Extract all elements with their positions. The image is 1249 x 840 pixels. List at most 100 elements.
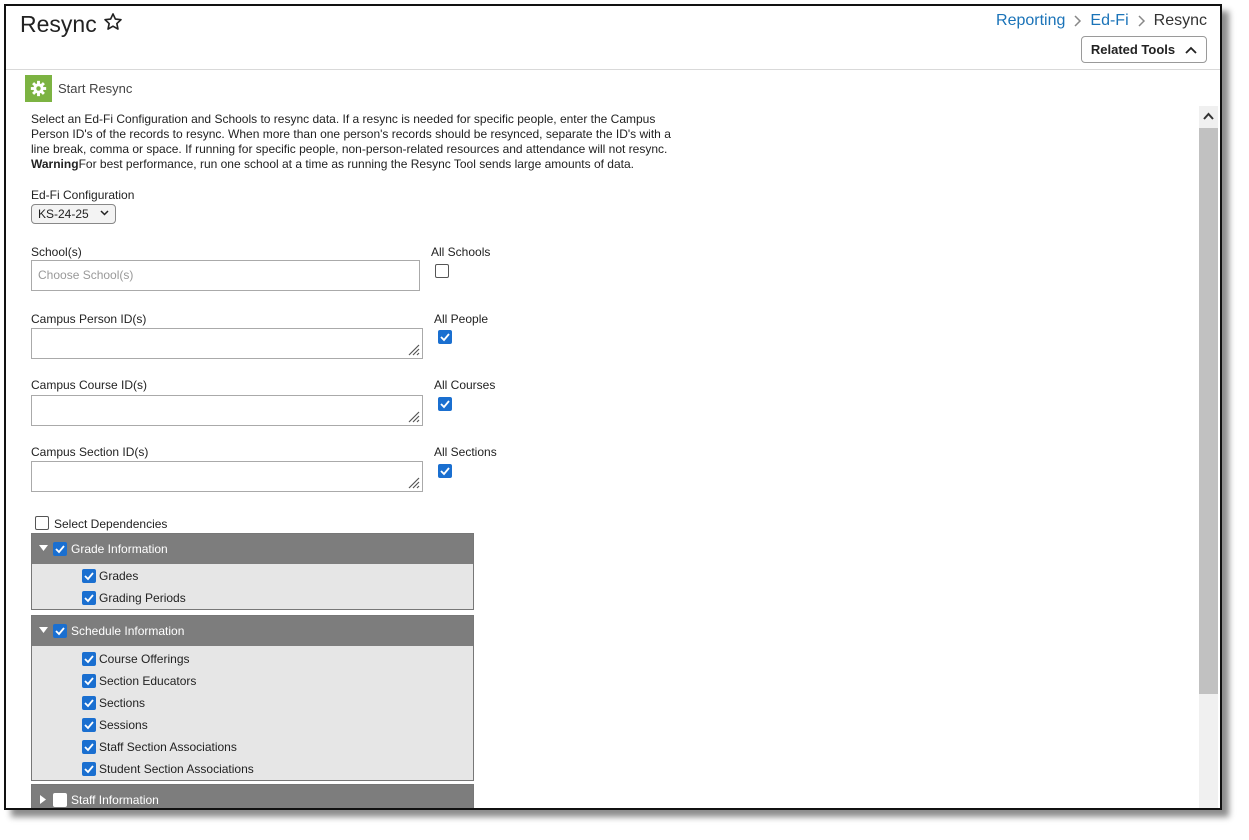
checkmark-icon [84,655,94,664]
group-checkbox[interactable] [53,624,67,638]
warning-line: WarningFor best performance, run one sch… [31,157,696,172]
page-title: Resync [20,11,97,37]
checkmark-icon [440,400,450,409]
checkmark-icon [84,677,94,686]
top-bar: Resync Reporting Ed-Fi Resync Related To… [6,6,1220,70]
group-header[interactable]: Schedule Information [32,616,473,646]
list-item[interactable]: Sections [32,692,473,714]
instructions-line: Select an Ed-Fi Configuration and School… [31,112,656,126]
warning-label: Warning [31,157,79,171]
section-ids-field[interactable] [31,461,423,492]
all-schools-checkbox[interactable] [435,264,449,278]
list-item[interactable]: Section Educators [32,670,473,692]
schools-input[interactable]: Choose School(s) [31,260,420,291]
chevron-up-icon [1185,46,1197,54]
item-checkbox[interactable] [82,674,96,688]
item-label: Sections [99,696,146,710]
list-item[interactable]: Student Section Associations [32,758,473,780]
scrollbar[interactable] [1199,106,1218,808]
scrollbar-thumb[interactable] [1199,128,1218,694]
breadcrumb-current: Resync [1153,12,1207,29]
group-header[interactable]: Grade Information [32,534,473,564]
app-window: Resync Reporting Ed-Fi Resync Related To… [4,4,1222,810]
resize-handle-icon[interactable] [406,409,420,423]
item-label: Section Educators [99,674,197,688]
list-item[interactable]: Grading Periods [32,587,473,609]
item-label: Grades [99,569,139,583]
related-tools-label: Related Tools [1090,42,1176,57]
all-courses-checkbox[interactable] [438,397,452,411]
group-checkbox[interactable] [53,793,67,807]
list-item[interactable]: Course Offerings [32,648,473,670]
checkmark-icon [84,765,94,774]
item-label: Staff Section Associations [99,740,237,754]
select-dependencies-checkbox[interactable] [35,516,49,530]
instructions-line: line break, comma or space. If running f… [31,142,668,156]
breadcrumb-edfi[interactable]: Ed-Fi [1090,12,1128,30]
item-label: Course Offerings [99,652,190,666]
course-label: Campus Course ID(s) [31,378,148,392]
checkmark-icon [55,627,65,636]
instructions-line: Person ID's of the records to resync. Wh… [31,127,671,141]
course-ids-field[interactable] [31,395,423,426]
item-checkbox[interactable] [82,569,96,583]
section-title: Start Resync [58,81,133,96]
breadcrumb-reporting[interactable]: Reporting [996,12,1065,30]
chevron-down-icon [100,210,109,216]
all-sections-label: All Sections [434,445,497,459]
resync-form: Select an Ed-Fi Configuration and School… [31,112,1191,808]
item-checkbox[interactable] [82,696,96,710]
config-value: KS-24-25 [38,207,89,221]
caret-down-icon[interactable] [39,545,48,551]
resize-handle-icon[interactable] [406,342,420,356]
all-people-label: All People [434,312,489,326]
group-label: Grade Information [71,542,168,556]
resize-handle-icon[interactable] [406,475,420,489]
warning-text: For best performance, run one school at … [78,157,634,171]
item-checkbox[interactable] [82,740,96,754]
chevron-right-icon [1074,15,1082,27]
scroll-up-arrow-icon[interactable] [1203,112,1214,120]
caret-down-icon[interactable] [39,627,48,633]
config-label: Ed-Fi Configuration [31,188,135,202]
list-item[interactable]: Staff Section Associations [32,736,473,758]
group-label: Staff Information [71,793,159,807]
checkmark-icon [440,333,450,342]
checkmark-icon [84,572,94,581]
group-staff-information: Staff Information [31,784,474,808]
list-item[interactable]: Grades [32,565,473,587]
all-schools-label: All Schools [431,245,491,259]
all-sections-checkbox[interactable] [438,464,452,478]
item-checkbox[interactable] [82,591,96,605]
item-label: Student Section Associations [99,762,254,776]
section-label: Campus Section ID(s) [31,445,149,459]
caret-right-icon[interactable] [40,795,46,804]
list-item[interactable]: Sessions [32,714,473,736]
item-checkbox[interactable] [82,652,96,666]
checkmark-icon [440,467,450,476]
gear-icon [25,75,52,102]
select-dependencies-label: Select Dependencies [54,517,168,531]
checkmark-icon [84,699,94,708]
checkmark-icon [84,594,94,603]
checkmark-icon [55,545,65,554]
group-checkbox[interactable] [53,542,67,556]
all-people-checkbox[interactable] [438,330,452,344]
group-grade-information: Grade Information Grades Grading Periods [31,533,474,610]
all-courses-label: All Courses [434,378,496,392]
item-checkbox[interactable] [82,718,96,732]
chevron-right-icon [1138,15,1145,27]
group-schedule-information: Schedule Information Course Offerings Se… [31,615,474,781]
favorite-star-icon[interactable] [102,10,124,34]
person-ids-field[interactable] [31,328,423,359]
group-header[interactable]: Staff Information [32,785,473,808]
item-label: Sessions [99,718,148,732]
section-header: Start Resync [25,75,132,102]
group-label: Schedule Information [71,624,185,638]
checkmark-icon [84,743,94,752]
item-checkbox[interactable] [82,762,96,776]
config-select[interactable]: KS-24-25 [31,204,116,224]
instructions: Select an Ed-Fi Configuration and School… [31,112,696,172]
related-tools-button[interactable]: Related Tools [1081,36,1207,63]
schools-label: School(s) [31,245,82,259]
